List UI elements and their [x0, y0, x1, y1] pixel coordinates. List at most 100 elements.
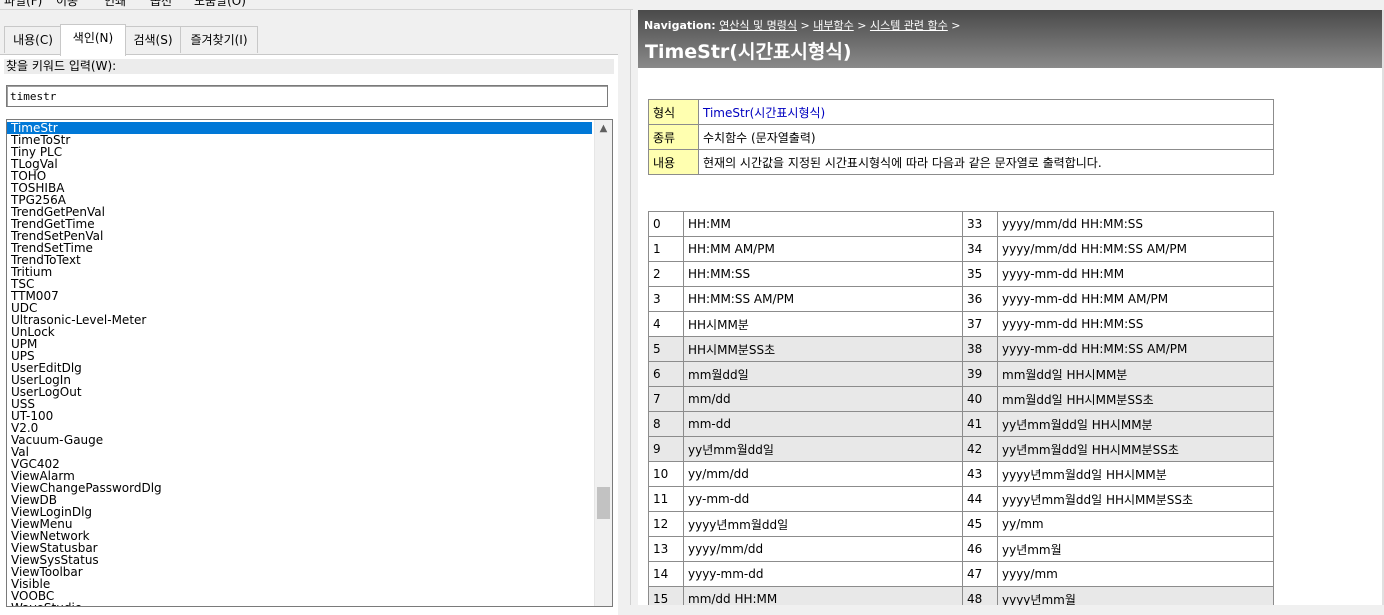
list-item[interactable]: Tiny PLC: [7, 146, 592, 158]
index-listbox[interactable]: TimeStr TimeToStr Tiny PLC TLogVal TOHO TOSHI…: [6, 119, 613, 607]
table-row: 12 yyyy년mm월dd일 45 yy/mm: [648, 511, 1274, 537]
format-number: 2: [648, 261, 684, 287]
list-item[interactable]: Vacuum-Gauge: [7, 434, 592, 446]
list-item[interactable]: TSC: [7, 278, 592, 290]
format-pattern: HH:MM:SS AM/PM: [683, 286, 963, 312]
format-table: 0 HH:MM 33 yyyy/mm/dd HH:MM:SS 1 HH:MM AM/PM 3…: [648, 211, 1274, 605]
list-item[interactable]: UT-100: [7, 410, 592, 422]
list-item[interactable]: TLogVal: [7, 158, 592, 170]
list-item[interactable]: ViewChangePasswordDlg: [7, 482, 592, 494]
format-pattern: HH:MM AM/PM: [683, 236, 963, 262]
format-number: 41: [962, 411, 998, 437]
tab-search[interactable]: 검색(S): [124, 26, 182, 53]
format-pattern: yyyy-mm-dd HH:MM:SS: [997, 311, 1274, 337]
topic-pane: Navigation: 연산식 및 명령식 > 내부함수 > 시스템 관련 함수…: [638, 10, 1384, 605]
breadcrumb-separator: >: [857, 19, 867, 32]
list-item[interactable]: ViewLoginDlg: [7, 506, 592, 518]
format-pattern: yy년mm월: [997, 536, 1274, 562]
topic-header: Navigation: 연산식 및 명령식 > 내부함수 > 시스템 관련 함수…: [638, 10, 1384, 68]
format-number: 36: [962, 286, 998, 312]
table-row: 8 mm-dd 41 yy년mm월dd일 HH시MM분: [648, 411, 1274, 437]
list-item[interactable]: Val: [7, 446, 592, 458]
breadcrumb-label: Navigation:: [644, 19, 716, 32]
list-item[interactable]: UserLogOut: [7, 386, 592, 398]
list-item[interactable]: Tritium: [7, 266, 592, 278]
list-item[interactable]: Visible: [7, 578, 592, 590]
list-item[interactable]: Ultrasonic-Level-Meter: [7, 314, 592, 326]
format-number: 38: [962, 336, 998, 362]
menu-help[interactable]: 도움말(O): [194, 0, 246, 9]
table-row: 5 HH시MM분SS초 38 yyyy-mm-dd HH:MM:SS AM/PM: [648, 336, 1274, 362]
table-row: 3 HH:MM:SS AM/PM 36 yyyy-mm-dd HH:MM AM/PM: [648, 286, 1274, 312]
breadcrumb-link-expressions[interactable]: 연산식 및 명령식: [719, 19, 797, 32]
breadcrumb-link-system-functions[interactable]: 시스템 관련 함수: [870, 19, 948, 32]
format-number: 37: [962, 311, 998, 337]
list-item[interactable]: TimeToStr: [7, 134, 592, 146]
tab-contents[interactable]: 내용(C): [4, 26, 62, 53]
format-pattern: mm/dd: [683, 386, 963, 412]
list-item[interactable]: USS: [7, 398, 592, 410]
info-key: 형식: [648, 99, 699, 125]
info-row: 종류 수치함수 (문자열출력): [648, 124, 1274, 150]
menu-options[interactable]: 옵션: [150, 0, 172, 9]
format-number: 11: [648, 486, 684, 512]
scroll-up-arrow-icon[interactable]: ▲: [595, 120, 612, 137]
format-pattern: HH:MM: [683, 211, 963, 237]
format-pattern: HH시MM분: [683, 311, 963, 337]
format-pattern: HH:MM:SS: [683, 261, 963, 287]
pane-splitter[interactable]: [630, 10, 638, 605]
list-item[interactable]: TrendSetTime: [7, 242, 592, 254]
list-item[interactable]: UserEditDlg: [7, 362, 592, 374]
scroll-thumb[interactable]: [597, 487, 610, 519]
format-pattern: yy년mm월dd일: [683, 436, 963, 462]
list-item[interactable]: TTM007: [7, 290, 592, 302]
format-number: 44: [962, 486, 998, 512]
list-item[interactable]: UnLock: [7, 326, 592, 338]
format-number: 9: [648, 436, 684, 462]
menu-go[interactable]: 이동: [56, 0, 78, 9]
list-item[interactable]: VOOBC: [7, 590, 592, 602]
list-item[interactable]: UPM: [7, 338, 592, 350]
format-pattern: mm월dd일 HH시MM분SS초: [997, 386, 1274, 412]
list-item[interactable]: UPS: [7, 350, 592, 362]
format-pattern: yyyy/mm: [997, 561, 1274, 587]
tab-favorites[interactable]: 즐겨찾기(I): [180, 26, 258, 53]
format-pattern: yy/mm/dd: [683, 461, 963, 487]
format-number: 10: [648, 461, 684, 487]
format-pattern: yyyy-mm-dd: [683, 561, 963, 587]
list-item[interactable]: ViewToolbar: [7, 566, 592, 578]
list-item[interactable]: TimeStr: [7, 122, 592, 134]
format-pattern: yyyy/mm/dd: [683, 536, 963, 562]
info-row: 내용 현재의 시간값을 지정된 시간표시형식에 따라 다음과 같은 문자열로 출…: [648, 149, 1274, 175]
keyword-input[interactable]: [6, 85, 608, 107]
list-item[interactable]: ViewSysStatus: [7, 554, 592, 566]
table-row: 0 HH:MM 33 yyyy/mm/dd HH:MM:SS: [648, 211, 1274, 237]
format-number: 33: [962, 211, 998, 237]
breadcrumb-link-internal-functions[interactable]: 내부함수: [813, 19, 853, 32]
list-item[interactable]: TrendSetPenVal: [7, 230, 592, 242]
format-pattern: yy년mm월dd일 HH시MM분SS초: [997, 436, 1274, 462]
info-key: 내용: [648, 149, 699, 175]
list-item[interactable]: TOHO: [7, 170, 592, 182]
breadcrumb: Navigation: 연산식 및 명령식 > 내부함수 > 시스템 관련 함수…: [644, 17, 961, 33]
format-pattern: yyyy-mm-dd HH:MM:SS AM/PM: [997, 336, 1274, 362]
info-value: TimeStr(시간표시형식): [698, 99, 1274, 125]
format-pattern: yy/mm: [997, 511, 1274, 537]
menu-print[interactable]: 인쇄: [104, 0, 126, 9]
page-title: TimeStr(시간표시형식): [645, 41, 852, 63]
format-number: 6: [648, 361, 684, 387]
list-item[interactable]: ViewMenu: [7, 518, 592, 530]
list-scrollbar[interactable]: ▲: [594, 120, 612, 606]
tab-index[interactable]: 색인(N): [60, 24, 126, 56]
list-item[interactable]: UserLogIn: [7, 374, 592, 386]
list-item[interactable]: ViewDB: [7, 494, 592, 506]
format-number: 45: [962, 511, 998, 537]
table-row: 14 yyyy-mm-dd 47 yyyy/mm: [648, 561, 1274, 587]
list-item[interactable]: TrendToText: [7, 254, 592, 266]
table-row: 11 yy-mm-dd 44 yyyy년mm월dd일 HH시MM분SS초: [648, 486, 1274, 512]
format-pattern: yyyy/mm/dd HH:MM:SS: [997, 211, 1274, 237]
list-item[interactable]: TOSHIBA: [7, 182, 592, 194]
menu-file[interactable]: 파일(F): [4, 0, 42, 9]
list-item[interactable]: VGC402: [7, 458, 592, 470]
keyword-label: 찾을 키워드 입력(W):: [4, 59, 614, 74]
